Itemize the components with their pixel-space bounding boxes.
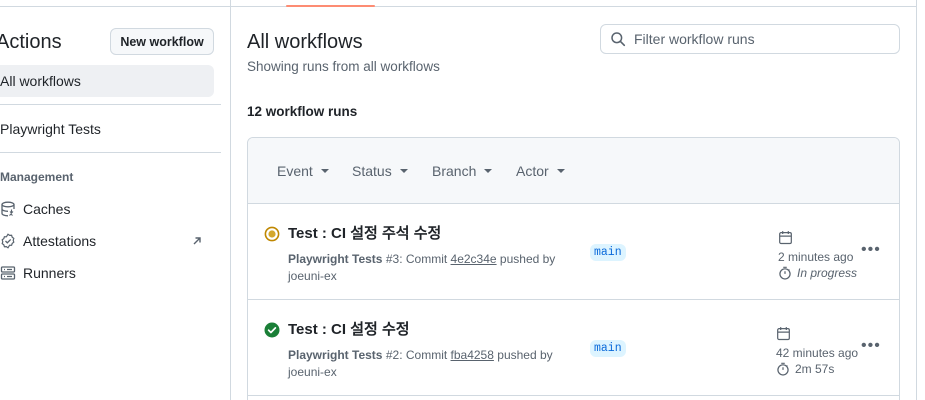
sidebar-item-label: All workflows: [0, 73, 81, 89]
branch-label[interactable]: main: [590, 340, 626, 357]
filter-label: Branch: [432, 163, 477, 179]
chevron-down-icon: [399, 169, 408, 173]
sidebar-item-label: Attestations: [23, 233, 97, 249]
filter-label: Actor: [516, 163, 549, 179]
sidebar-item-all-workflows[interactable]: All workflows: [0, 73, 81, 89]
filter-label: Event: [277, 163, 313, 179]
run-time-ago: 2 minutes ago: [778, 250, 854, 264]
verified-icon: [0, 233, 16, 249]
search-icon: [610, 31, 626, 47]
filter-runs-search[interactable]: [600, 24, 900, 54]
run-title-link[interactable]: Test : CI 설정 주석 수정: [288, 222, 441, 243]
in-progress-status-icon: [264, 226, 280, 242]
sidebar-item-runners[interactable]: Runners: [0, 265, 76, 281]
filter-bar: Event Status Branch Actor: [248, 138, 899, 204]
sidebar-item-label: Runners: [23, 265, 76, 281]
commit-sha-link[interactable]: fba4258: [451, 348, 494, 362]
workflow-run-row[interactable]: Test : CI 설정 주석 수정 Playwright Tests #3: …: [248, 204, 899, 300]
stopwatch-icon: [778, 266, 792, 280]
run-title-link[interactable]: Test : CI 설정 수정: [288, 318, 410, 339]
actor-filter-dropdown[interactable]: Actor: [516, 163, 565, 179]
run-commit-prefix: : Commit: [399, 348, 448, 362]
sidebar-item-label: Caches: [23, 201, 71, 217]
run-meta: Playwright Tests #2: Commit fba4258 push…: [288, 347, 578, 381]
commit-sha-link[interactable]: 4e2c34e: [451, 252, 497, 266]
active-tab-indicator: [286, 5, 375, 7]
chevron-down-icon: [556, 169, 565, 173]
new-workflow-button[interactable]: New workflow: [110, 28, 214, 55]
status-filter-dropdown[interactable]: Status: [352, 163, 408, 179]
run-pushed-by: pushed by: [499, 252, 556, 266]
run-status-text: In progress: [797, 266, 858, 280]
run-timing: 42 minutes ago 2m 57s: [776, 324, 858, 376]
run-meta: Playwright Tests #3: Commit 4e2c34e push…: [288, 251, 578, 285]
run-timing: 2 minutes ago In progress: [778, 228, 857, 280]
run-number: #3: [385, 252, 400, 266]
run-pushed-by: pushed by: [497, 348, 553, 362]
page-right-border: [916, 0, 917, 400]
run-time-ago: 42 minutes ago: [776, 346, 859, 360]
kebab-menu-icon[interactable]: •••: [861, 241, 881, 259]
workflow-runs-list: Event Status Branch Actor Test : CI 설정 주…: [247, 137, 900, 400]
search-input[interactable]: [634, 31, 884, 47]
calendar-icon: [776, 324, 858, 342]
run-workflow-name: Playwright Tests: [288, 252, 383, 266]
branch-filter-dropdown[interactable]: Branch: [432, 163, 493, 179]
sidebar-item-caches[interactable]: Caches: [0, 201, 70, 217]
run-author-link[interactable]: joeuni-ex: [288, 269, 337, 283]
chevron-down-icon: [320, 169, 329, 173]
run-duration: 2m 57s: [795, 362, 835, 376]
stopwatch-icon: [776, 362, 790, 376]
sidebar-item-attestations[interactable]: Attestations: [0, 233, 96, 249]
management-heading: Management: [0, 170, 74, 184]
run-author-link[interactable]: joeuni-ex: [288, 365, 337, 379]
sidebar-item-playwright-tests[interactable]: Playwright Tests: [0, 121, 101, 137]
sidebar-divider: [0, 152, 221, 153]
workflow-runs-count: 12 workflow runs: [247, 104, 358, 119]
sidebar: Actions New workflow All workflows Playw…: [0, 0, 231, 400]
sidebar-title: Actions: [0, 31, 62, 53]
sidebar-divider: [0, 104, 221, 105]
page-title: All workflows: [247, 31, 363, 53]
run-commit-prefix: : Commit: [399, 252, 448, 266]
server-icon: [0, 265, 16, 281]
sidebar-item-label: Playwright Tests: [0, 121, 101, 137]
event-filter-dropdown[interactable]: Event: [277, 163, 329, 179]
database-icon: [0, 201, 16, 217]
check-circle-icon: [264, 322, 280, 338]
run-number: #2: [385, 348, 400, 362]
branch-label[interactable]: main: [590, 244, 626, 261]
calendar-icon: [778, 228, 857, 246]
filter-label: Status: [352, 163, 392, 179]
chevron-down-icon: [484, 169, 493, 173]
arrow-up-right-icon: [191, 235, 203, 247]
workflow-run-row[interactable]: Test : CI 설정 수정 Playwright Tests #2: Com…: [248, 300, 899, 396]
page-subtitle: Showing runs from all workflows: [247, 59, 440, 74]
run-workflow-name: Playwright Tests: [288, 348, 383, 362]
kebab-menu-icon[interactable]: •••: [861, 337, 881, 355]
